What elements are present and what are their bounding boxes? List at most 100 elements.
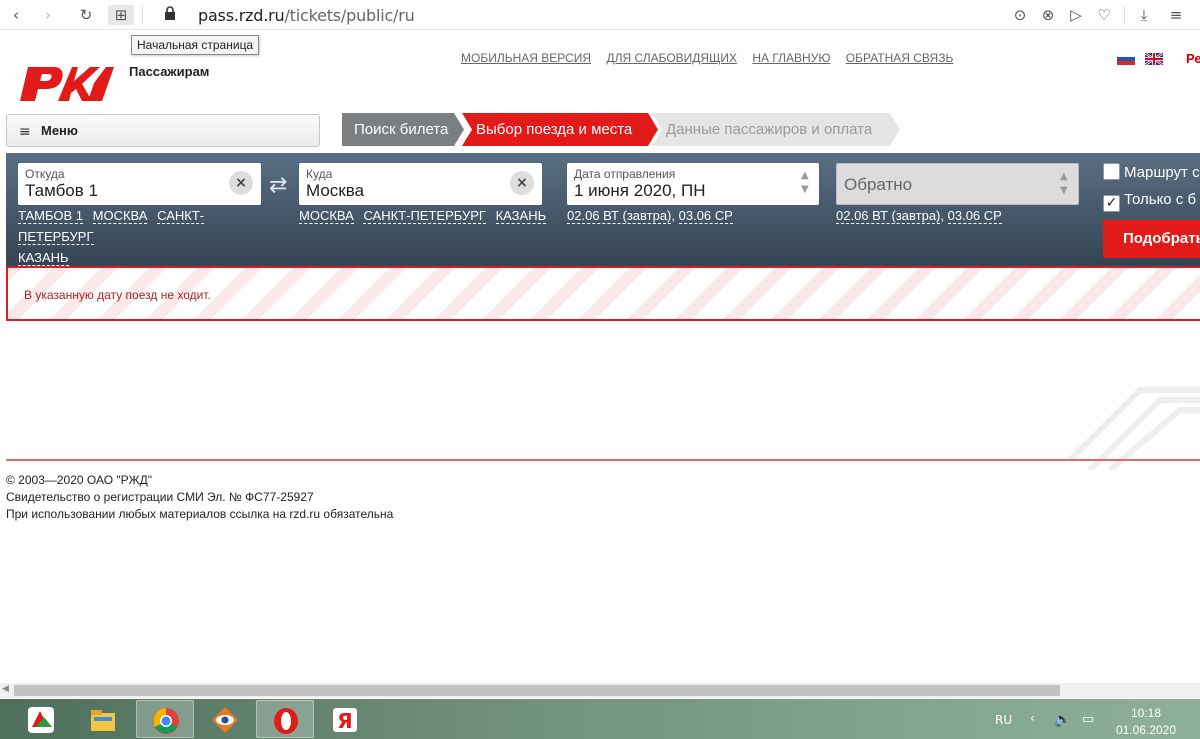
date-value[interactable]: 1 июня 2020, ПН xyxy=(574,181,706,201)
tray-chevron-icon[interactable]: ‹ xyxy=(1030,711,1035,725)
menu-label: Меню xyxy=(41,123,79,138)
clock-date: 01.06.2020 xyxy=(1115,723,1177,737)
camera-icon[interactable]: ⊙ xyxy=(1010,5,1030,25)
tooltip: Начальная страница xyxy=(131,35,260,55)
feedback-link[interactable]: ОБРАТНАЯ СВЯЗЬ xyxy=(846,51,954,65)
lock-icon[interactable] xyxy=(160,5,180,25)
menu-button[interactable]: ≡ Меню xyxy=(6,114,320,147)
return-quick-links: 02.06 ВТ (завтра), 03.06 СР xyxy=(836,205,1096,226)
footer-divider xyxy=(6,459,1200,461)
date-caption: Дата отправления xyxy=(574,167,676,181)
taskbar-eye-app[interactable] xyxy=(196,700,254,738)
only-available-checkbox[interactable]: ✓ Только с б xyxy=(1103,191,1196,212)
to-caption: Куда xyxy=(306,167,333,181)
russian-flag-icon[interactable] xyxy=(1117,53,1135,65)
menu-lines-icon[interactable]: ≡ xyxy=(1166,5,1186,25)
footer: © 2003—2020 ОАО "РЖД" Свидетельство о ре… xyxy=(6,472,393,523)
quick-from-tambov[interactable]: ТАМБОВ 1 xyxy=(18,208,84,224)
horizontal-scrollbar[interactable]: ◀ xyxy=(0,683,1200,698)
return-date-field[interactable]: Обратно ▲ ▼ xyxy=(836,163,1079,205)
send-icon[interactable]: ▷ xyxy=(1066,5,1086,25)
comma: , xyxy=(671,208,679,223)
step-passenger-data: Данные пассажиров и оплата xyxy=(652,113,900,146)
rzd-logo[interactable] xyxy=(14,57,116,103)
route-checkbox-label: Маршрут с xyxy=(1124,164,1200,181)
from-field[interactable]: Откуда Тамбов 1 × xyxy=(18,163,261,205)
svg-text:Я: Я xyxy=(337,709,352,733)
quick-from-kazan[interactable]: КАЗАНЬ xyxy=(18,250,69,266)
yandex-browser-icon: Я xyxy=(333,708,357,733)
checkmark-icon[interactable]: ✓ xyxy=(1103,195,1120,212)
back-icon[interactable]: ‹ xyxy=(6,5,26,25)
keyboard-language[interactable]: RU xyxy=(995,713,1012,727)
taskbar-yandex[interactable]: Я xyxy=(316,700,374,738)
usage-note: При использовании любых материалов ссылк… xyxy=(6,507,394,521)
volume-icon[interactable]: 🔈 xyxy=(1054,712,1071,728)
to-value[interactable]: Москва xyxy=(306,181,364,201)
browser-toolbar: ‹ › ↻ ⊞ pass.rzd.ru/tickets/public/ru ⊙ … xyxy=(0,0,1200,30)
quick-date-tomorrow[interactable]: 02.06 ВТ (завтра) xyxy=(567,208,672,224)
route-checkbox-box[interactable] xyxy=(1103,163,1120,180)
home-link[interactable]: НА ГЛАВНУЮ xyxy=(752,51,830,65)
taskbar-app[interactable] xyxy=(12,700,70,738)
forward-icon[interactable]: › xyxy=(38,5,58,25)
english-flag-icon[interactable] xyxy=(1145,53,1163,65)
departure-date-field[interactable]: Дата отправления 1 июня 2020, ПН ▲ ▼ xyxy=(567,163,819,205)
download-icon[interactable]: ⤓ xyxy=(1134,5,1154,25)
opera-icon xyxy=(274,708,298,734)
return-spinner-icon[interactable]: ▲ ▼ xyxy=(1060,170,1070,198)
app-icon xyxy=(28,707,54,733)
mobile-version-link[interactable]: МОБИЛЬНАЯ ВЕРСИЯ xyxy=(461,51,591,65)
step-search[interactable]: Поиск билета xyxy=(342,113,464,146)
address-bar[interactable]: pass.rzd.ru/tickets/public/ru xyxy=(198,6,415,25)
date-quick-links: 02.06 ВТ (завтра), 03.06 СР xyxy=(567,205,827,226)
clear-to-icon[interactable]: × xyxy=(510,171,534,195)
low-vision-link[interactable]: ДЛЯ СЛАБОВИДЯЩИХ xyxy=(606,51,737,65)
search-panel: Откуда Тамбов 1 × ⇄ Куда Москва × Дата о… xyxy=(6,153,1200,267)
user-link[interactable]: Ре xyxy=(1186,51,1200,66)
chrome-icon xyxy=(153,708,179,734)
step-train-selection: Выбор поезда и места xyxy=(462,113,658,146)
taskbar-explorer[interactable] xyxy=(74,700,132,738)
quick-to-moscow[interactable]: МОСКВА xyxy=(299,208,354,224)
file-explorer-icon xyxy=(91,710,115,731)
system-clock[interactable]: 10:18 01.06.2020 xyxy=(1110,705,1182,739)
registration-info: Свидетельство о регистрации СМИ Эл. № ФС… xyxy=(6,490,314,504)
to-quick-links: МОСКВА САНКТ-ПЕТЕРБУРГ КАЗАНЬ xyxy=(299,205,559,226)
error-message: В указанную дату поезд не ходит. xyxy=(24,288,211,302)
quick-from-moscow[interactable]: МОСКВА xyxy=(92,208,148,224)
network-icon[interactable]: ▭ xyxy=(1082,712,1094,727)
speed-dial-icon[interactable]: ⊞ xyxy=(108,5,134,25)
scrollbar-thumb[interactable] xyxy=(14,685,1060,696)
from-value[interactable]: Тамбов 1 xyxy=(25,181,98,201)
clear-from-icon[interactable]: × xyxy=(229,171,253,195)
section-title: Пассажирам xyxy=(129,64,210,79)
heart-icon[interactable]: ♡ xyxy=(1094,5,1114,25)
quick-return-wed[interactable]: 03.06 СР xyxy=(947,208,1002,224)
block-icon[interactable]: ⊗ xyxy=(1038,5,1058,25)
url-path: /tickets/public/ru xyxy=(284,6,415,25)
copyright: © 2003—2020 ОАО "РЖД" xyxy=(6,473,152,487)
reload-icon[interactable]: ↻ xyxy=(76,5,96,25)
eye-app-icon xyxy=(212,707,238,733)
comma: , xyxy=(940,208,948,223)
taskbar-chrome[interactable] xyxy=(136,700,194,738)
quick-to-spb[interactable]: САНКТ-ПЕТЕРБУРГ xyxy=(363,208,486,224)
quick-date-wed[interactable]: 03.06 СР xyxy=(678,208,733,224)
toolbar-divider xyxy=(1124,6,1125,24)
from-quick-links: ТАМБОВ 1 МОСКВА САНКТ-ПЕТЕРБУРГ КАЗАНЬ xyxy=(18,205,278,268)
date-spinner-icon[interactable]: ▲ ▼ xyxy=(801,169,811,197)
clock-time: 10:18 xyxy=(1130,706,1162,720)
to-field[interactable]: Куда Москва × xyxy=(299,163,542,205)
taskbar-opera[interactable] xyxy=(256,700,314,738)
from-caption: Откуда xyxy=(25,167,65,181)
route-checkbox[interactable]: Маршрут с xyxy=(1103,163,1200,181)
url-host: pass.rzd.ru xyxy=(198,6,285,25)
search-button[interactable]: Подобрать xyxy=(1103,220,1200,258)
decorative-stripes xyxy=(1067,387,1200,470)
scroll-left-icon[interactable]: ◀ xyxy=(2,684,9,694)
quick-return-tomorrow[interactable]: 02.06 ВТ (завтра) xyxy=(836,208,941,224)
error-alert: В указанную дату поезд не ходит. xyxy=(6,266,1200,321)
swap-icon[interactable]: ⇄ xyxy=(269,173,287,198)
quick-to-kazan[interactable]: КАЗАНЬ xyxy=(495,208,547,224)
